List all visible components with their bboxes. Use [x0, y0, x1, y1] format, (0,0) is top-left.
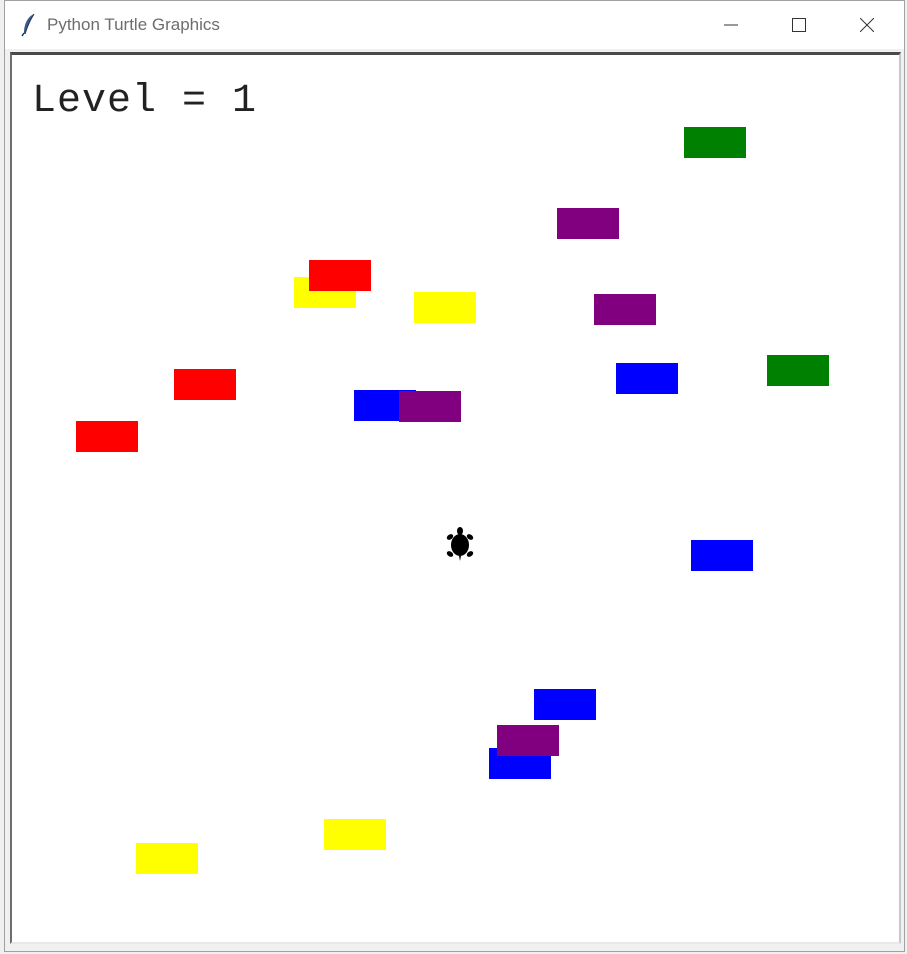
block-yellow	[414, 292, 476, 323]
title-bar[interactable]: Python Turtle Graphics	[5, 1, 904, 49]
block-green	[767, 355, 829, 386]
block-purple	[557, 208, 619, 239]
block-red	[309, 260, 371, 291]
minimize-icon	[724, 24, 738, 26]
block-red	[76, 421, 138, 452]
turtle-player-icon	[446, 527, 474, 561]
feather-icon	[21, 13, 35, 37]
close-button[interactable]	[833, 1, 901, 49]
block-red	[174, 369, 236, 400]
turtle-window: Python Turtle Graphics Level = 1	[4, 0, 905, 952]
minimize-button[interactable]	[697, 1, 765, 49]
window-title: Python Turtle Graphics	[47, 15, 220, 34]
block-purple	[497, 725, 559, 756]
block-blue	[691, 540, 753, 571]
close-icon	[860, 18, 874, 32]
maximize-icon	[792, 18, 806, 32]
block-blue	[616, 363, 678, 394]
canvas-frame: Level = 1	[10, 52, 901, 944]
block-purple	[399, 391, 461, 422]
block-blue	[534, 689, 596, 720]
maximize-button[interactable]	[765, 1, 833, 49]
block-yellow	[136, 843, 198, 874]
block-yellow	[324, 819, 386, 850]
turtle-canvas[interactable]: Level = 1	[12, 55, 899, 942]
block-purple	[594, 294, 656, 325]
block-green	[684, 127, 746, 158]
level-label: Level = 1	[32, 79, 258, 124]
